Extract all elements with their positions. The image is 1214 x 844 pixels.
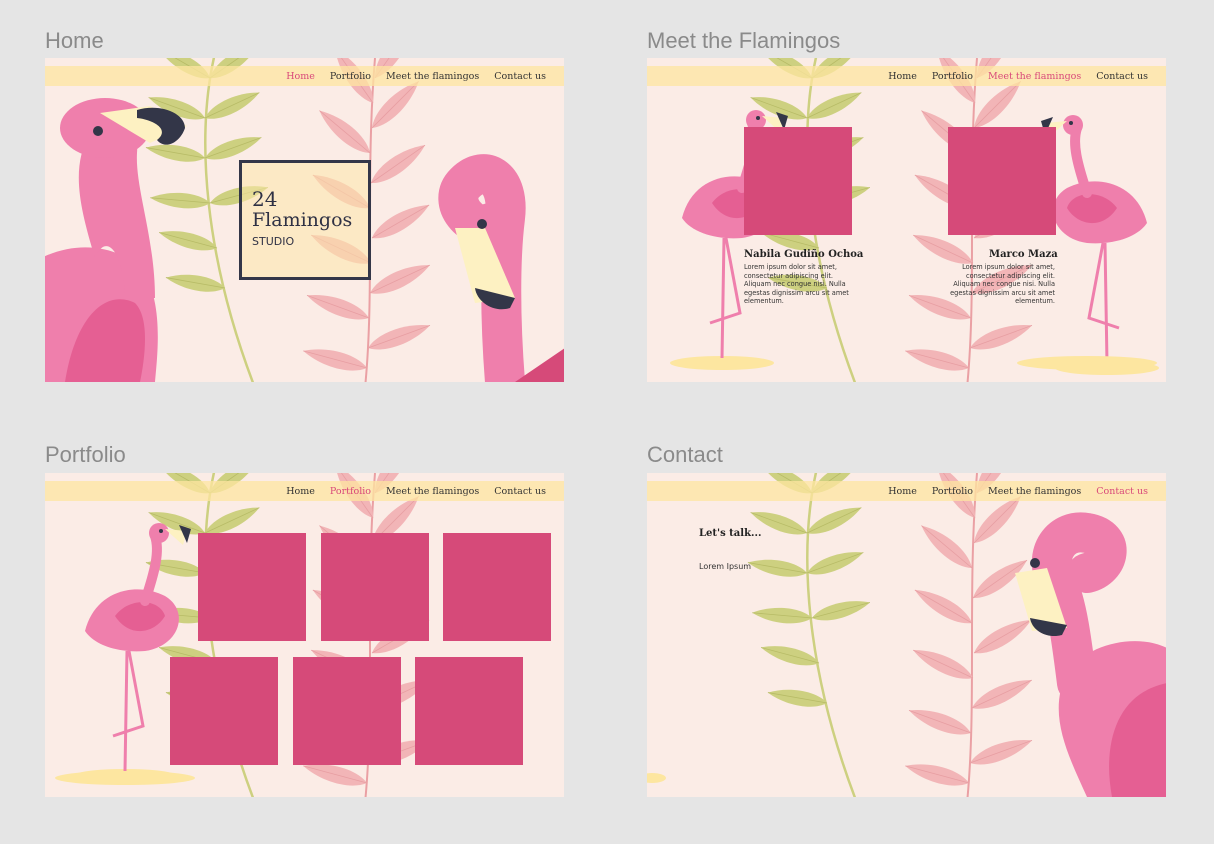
title-subtitle: STUDIO: [252, 235, 295, 248]
profile-photo-2: [948, 127, 1056, 235]
frame-label-contact: Contact: [647, 442, 723, 467]
person-bio-2: Lorem ipsum dolor sit amet, consectetur …: [950, 263, 1055, 306]
portfolio-item[interactable]: [293, 657, 401, 765]
portfolio-item[interactable]: [198, 533, 306, 641]
portfolio-item[interactable]: [443, 533, 551, 641]
frame-label-home: Home: [45, 28, 104, 53]
studio-title-box: 24 Flamingos STUDIO: [239, 160, 371, 280]
contact-frame: Home Portfolio Meet the flamingos Contac…: [647, 473, 1166, 797]
frame-label-meet: Meet the Flamingos: [647, 28, 841, 53]
frame-label-portfolio: Portfolio: [45, 442, 126, 467]
title-name: Flamingos: [252, 209, 353, 231]
portfolio-item[interactable]: [415, 657, 523, 765]
contact-heading: Let's talk...: [699, 528, 762, 539]
flamingo-illustrations: [647, 58, 1166, 382]
home-frame: Home Portfolio Meet the flamingos Contac…: [45, 58, 564, 382]
title-number: 24: [252, 187, 278, 211]
profile-photo-1: [744, 127, 852, 235]
contact-text: Lorem Ipsum: [699, 562, 752, 571]
person-name-2: Marco Maza: [989, 249, 1058, 260]
meet-frame: Home Portfolio Meet the flamingos Contac…: [647, 58, 1166, 382]
portfolio-item[interactable]: [321, 533, 429, 641]
flamingo-illustration: [647, 512, 1166, 797]
portfolio-frame: Home Portfolio Meet the flamingos Contac…: [45, 473, 564, 797]
person-name-1: Nabila Gudiño Ochoa: [744, 249, 864, 260]
portfolio-item[interactable]: [170, 657, 278, 765]
person-bio-1: Lorem ipsum dolor sit amet, consectetur …: [744, 263, 849, 306]
